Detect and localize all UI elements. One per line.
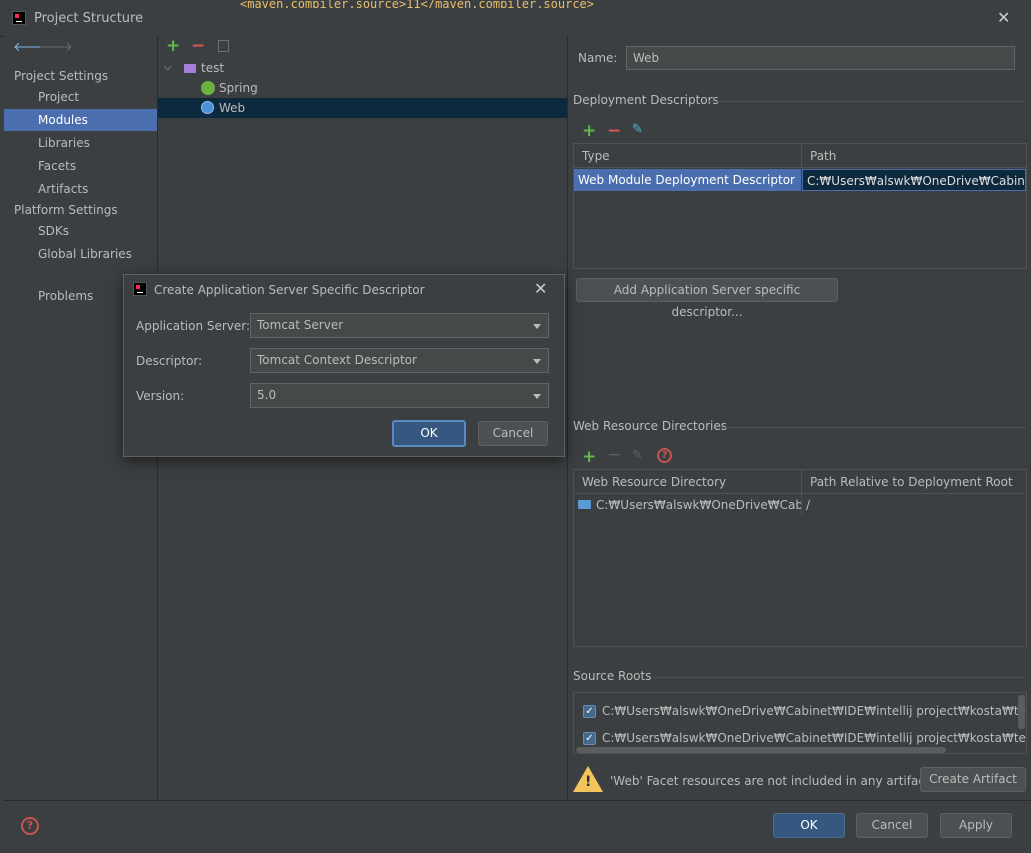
resource-dir-path: C:₩Users₩alswk₩OneDrive₩Cabine... <box>596 498 801 512</box>
horizontal-scrollbar[interactable] <box>576 747 946 753</box>
deployment-descriptors-table: Type Path Web Module Deployment Descript… <box>573 143 1027 269</box>
vertical-scrollbar[interactable] <box>1018 695 1025 729</box>
column-header-resource-dir[interactable]: Web Resource Directory <box>574 470 802 494</box>
tree-node-label: test <box>201 61 225 75</box>
descriptor-path-cell[interactable]: C:₩Users₩alswk₩OneDrive₩Cabinet₩IDE <box>802 169 1026 191</box>
edit-pencil-icon[interactable]: ✎ <box>632 448 643 463</box>
intellij-logo-icon <box>12 11 26 25</box>
chevron-down-icon[interactable]: ⌵ <box>164 58 172 78</box>
server-select[interactable]: Tomcat Server <box>250 313 549 338</box>
remove-module-icon[interactable]: − <box>191 38 205 55</box>
version-label: Version: <box>136 389 185 403</box>
dialog-ok-button[interactable]: OK <box>392 420 466 447</box>
source-root-path: C:₩Users₩alswk₩OneDrive₩Cabinet₩IDE₩inte… <box>602 704 1026 718</box>
web-resource-dirs-header: Web Resource Directories <box>573 419 727 433</box>
add-descriptor-icon[interactable]: + <box>582 123 596 140</box>
source-root-checkbox[interactable]: ✓ <box>583 705 596 718</box>
name-field[interactable]: Web <box>626 46 1015 70</box>
cancel-button[interactable]: Cancel <box>856 813 928 838</box>
spring-leaf-icon <box>201 81 215 95</box>
source-root-checkbox[interactable]: ✓ <box>583 732 596 745</box>
sidebar-item-project[interactable]: Project <box>4 86 157 108</box>
dialog-cancel-button[interactable]: Cancel <box>478 421 548 446</box>
add-resource-dir-icon[interactable]: + <box>582 449 596 466</box>
title-bar: <maven.compiler.source>11</maven.compile… <box>0 0 1031 37</box>
dialog-title: Create Application Server Specific Descr… <box>154 283 425 297</box>
sidebar-item-artifacts[interactable]: Artifacts <box>4 178 157 200</box>
dialog-footer: ? OK Cancel Apply <box>4 800 1031 853</box>
module-folder-icon <box>184 64 196 73</box>
background-editor-line: <maven.compiler.source>11</maven.compile… <box>240 0 595 8</box>
project-settings-header: Project Settings <box>14 69 109 83</box>
create-server-descriptor-dialog: Create Application Server Specific Descr… <box>123 274 565 457</box>
remove-descriptor-icon[interactable]: − <box>607 123 621 140</box>
deployment-descriptors-header: Deployment Descriptors <box>573 93 719 107</box>
help-icon[interactable]: ? <box>657 448 672 463</box>
chevron-down-icon <box>533 359 541 364</box>
help-icon[interactable]: ? <box>21 817 39 835</box>
descriptor-select-value: Tomcat Context Descriptor <box>257 353 417 367</box>
add-server-descriptor-button[interactable]: Add Application Server specific descript… <box>576 278 838 319</box>
folder-icon <box>578 500 591 509</box>
window-close-icon[interactable]: ✕ <box>997 8 1010 27</box>
section-divider <box>654 677 1026 678</box>
version-select[interactable]: 5.0 <box>250 383 549 408</box>
platform-settings-header: Platform Settings <box>14 203 118 217</box>
facet-detail-panel: Name: Web Deployment Descriptors + − ✎ T… <box>568 36 1031 800</box>
resource-dir-cell[interactable]: C:₩Users₩alswk₩OneDrive₩Cabine... <box>574 494 802 516</box>
apply-button[interactable]: Apply <box>940 813 1012 838</box>
tree-node-spring[interactable]: Spring <box>158 78 567 98</box>
column-header-relative-path[interactable]: Path Relative to Deployment Root <box>802 470 1026 494</box>
chevron-down-icon <box>533 324 541 329</box>
section-divider <box>708 101 1026 102</box>
web-globe-icon <box>201 101 214 114</box>
web-resource-dirs-table: Web Resource Directory Path Relative to … <box>573 469 1027 647</box>
sidebar-item-modules[interactable]: Modules <box>4 109 157 131</box>
server-label: Application Server: <box>136 319 251 333</box>
chevron-down-icon <box>533 394 541 399</box>
add-module-icon[interactable]: + <box>166 38 180 55</box>
version-select-value: 5.0 <box>257 388 277 402</box>
sidebar-item-sdks[interactable]: SDKs <box>4 220 157 242</box>
sidebar-item-facets[interactable]: Facets <box>4 155 157 177</box>
forward-arrow-icon[interactable]: 🡒 <box>38 39 73 55</box>
sidebar-item-libraries[interactable]: Libraries <box>4 132 157 154</box>
tree-node-test[interactable]: ⌵ test <box>158 58 567 78</box>
tree-node-label: Web <box>219 101 246 115</box>
sidebar-item-global-libraries[interactable]: Global Libraries <box>4 243 157 265</box>
server-select-value: Tomcat Server <box>257 318 344 332</box>
source-roots-list: ✓ C:₩Users₩alswk₩OneDrive₩Cabinet₩IDE₩in… <box>573 692 1027 754</box>
ok-button[interactable]: OK <box>773 813 845 838</box>
tree-node-web[interactable]: Web <box>158 98 567 118</box>
tree-node-label: Spring <box>219 81 258 95</box>
warning-exclamation: ! <box>585 774 592 790</box>
descriptor-label: Descriptor: <box>136 354 203 368</box>
create-artifact-button[interactable]: Create Artifact <box>920 767 1026 792</box>
dialog-close-icon[interactable]: ✕ <box>534 279 547 298</box>
name-label: Name: <box>578 51 618 65</box>
warning-message: 'Web' Facet resources are not included i… <box>610 774 936 788</box>
intellij-logo-icon <box>133 282 147 296</box>
relative-path-cell[interactable]: / <box>802 494 1026 516</box>
window-title: Project Structure <box>34 11 144 26</box>
column-header-type[interactable]: Type <box>574 144 802 168</box>
source-root-path: C:₩Users₩alswk₩OneDrive₩Cabinet₩IDE₩inte… <box>602 731 1026 745</box>
remove-resource-dir-icon[interactable]: − <box>607 447 621 464</box>
section-divider <box>716 427 1026 428</box>
copy-module-icon[interactable] <box>218 40 229 52</box>
column-header-path[interactable]: Path <box>802 144 1026 168</box>
edit-pencil-icon[interactable]: ✎ <box>632 122 643 137</box>
descriptor-select[interactable]: Tomcat Context Descriptor <box>250 348 549 373</box>
descriptor-type-cell[interactable]: Web Module Deployment Descriptor <box>574 169 801 191</box>
source-roots-header: Source Roots <box>573 669 652 683</box>
